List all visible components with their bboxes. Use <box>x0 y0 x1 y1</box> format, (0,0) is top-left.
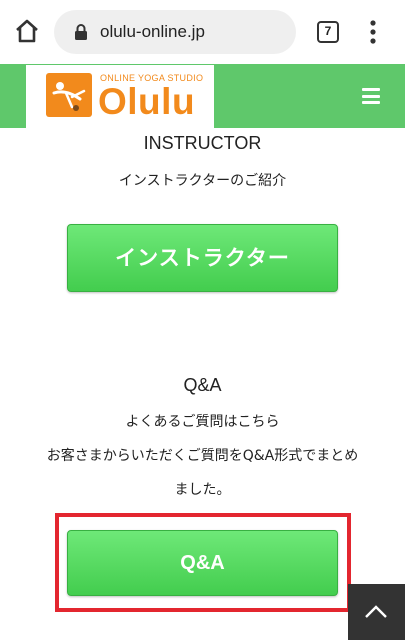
lock-icon <box>74 23 88 41</box>
instructor-description: インストラクターのご紹介 <box>118 173 287 189</box>
hamburger-menu-icon[interactable] <box>362 88 380 104</box>
address-bar[interactable]: olulu-online.jp <box>54 10 296 54</box>
qa-description-line3: ました。 <box>174 482 231 498</box>
logo-name: Olulu <box>98 81 196 122</box>
qa-button[interactable]: Q&A <box>67 530 338 596</box>
instructor-button[interactable]: インストラクター <box>67 224 338 292</box>
url-text: olulu-online.jp <box>100 22 205 41</box>
site-logo[interactable]: ONLINE YOGA STUDIO Olulu <box>26 65 214 128</box>
site-header: ONLINE YOGA STUDIO Olulu <box>0 64 405 128</box>
browser-toolbar: olulu-online.jp 7 <box>0 0 405 64</box>
chevron-up-icon <box>365 605 387 618</box>
more-vert-icon[interactable] <box>366 18 380 46</box>
yoga-figure-icon <box>46 73 92 117</box>
qa-description-line2: お客さまからいただくご質問をQ&A形式でまとめ <box>46 448 359 464</box>
qa-title: Q&A <box>183 375 222 395</box>
tab-switcher-button[interactable]: 7 <box>317 21 339 43</box>
scroll-to-top-button[interactable] <box>348 584 405 640</box>
home-icon[interactable] <box>14 18 40 44</box>
instructor-title: INSTRUCTOR <box>143 133 262 153</box>
qa-description-line1: よくあるご質問はこちら <box>125 414 280 430</box>
